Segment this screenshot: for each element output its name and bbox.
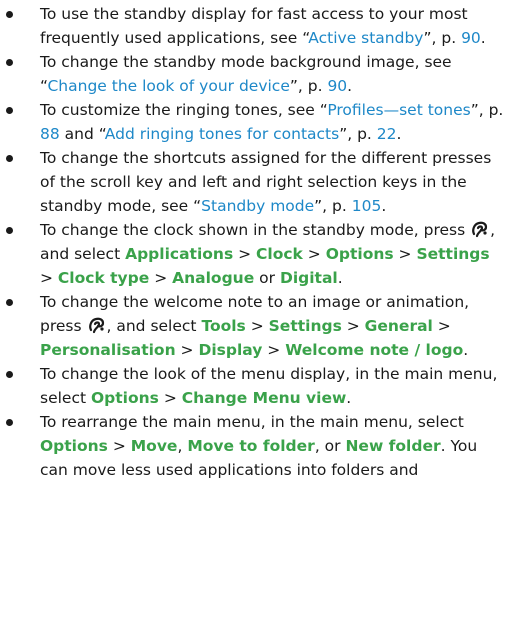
bullet-icon: [6, 371, 13, 378]
menu-term: General: [364, 317, 433, 335]
manual-page: To use the standby display for fast acce…: [0, 0, 513, 482]
page-reference-link[interactable]: 22: [377, 125, 397, 143]
list-item: To change the shortcuts assigned for the…: [0, 146, 507, 218]
bullet-icon: [6, 59, 13, 66]
bullet-icon: [6, 299, 13, 306]
menu-term: Applications: [125, 245, 234, 263]
menu-term: Move: [130, 437, 178, 455]
bullet-icon: [6, 419, 13, 426]
list-item: To change the welcome note to an image o…: [0, 290, 507, 362]
menu-term: New folder: [345, 437, 441, 455]
bullet-icon: [6, 11, 13, 18]
menu-term: Options: [325, 245, 394, 263]
bullet-icon: [6, 155, 13, 162]
page-reference-link[interactable]: 88: [40, 125, 60, 143]
menu-term: Clock: [256, 245, 303, 263]
list-item: To customize the ringing tones, see “Pro…: [0, 98, 507, 146]
menu-term: Digital: [279, 269, 338, 287]
bullet-icon: [6, 227, 13, 234]
tips-list: To use the standby display for fast acce…: [0, 2, 507, 482]
list-item: To rearrange the main menu, in the main …: [0, 410, 507, 482]
menu-term: Clock type: [57, 269, 150, 287]
menu-term: Settings: [416, 245, 490, 263]
menu-term: Options: [90, 389, 159, 407]
list-item: To use the standby display for fast acce…: [0, 2, 507, 50]
page-reference-link[interactable]: 90: [327, 77, 347, 95]
menu-term: Display: [198, 341, 263, 359]
menu-key-icon: [470, 220, 490, 238]
list-item: To change the standby mode background im…: [0, 50, 507, 98]
list-item: To change the clock shown in the standby…: [0, 218, 507, 290]
menu-term: Move to folder: [187, 437, 315, 455]
list-item: To change the look of the menu display, …: [0, 362, 507, 410]
cross-reference-link[interactable]: Standby mode: [201, 197, 314, 215]
menu-term: Tools: [201, 317, 246, 335]
page-reference-link[interactable]: 90: [461, 29, 481, 47]
menu-term: Options: [40, 437, 108, 455]
menu-term: Analogue: [172, 269, 255, 287]
cross-reference-link[interactable]: Active standby: [308, 29, 423, 47]
bullet-icon: [6, 107, 13, 114]
menu-term: Settings: [268, 317, 342, 335]
cross-reference-link[interactable]: Add ringing tones for contacts: [105, 125, 339, 143]
menu-term: Change Menu view: [181, 389, 347, 407]
menu-term: Personalisation: [40, 341, 176, 359]
menu-key-icon: [87, 316, 107, 334]
page-reference-link[interactable]: 105: [352, 197, 382, 215]
menu-term: Welcome note / logo: [285, 341, 464, 359]
cross-reference-link[interactable]: Profiles—set tones: [327, 101, 470, 119]
cross-reference-link[interactable]: Change the look of your device: [47, 77, 289, 95]
